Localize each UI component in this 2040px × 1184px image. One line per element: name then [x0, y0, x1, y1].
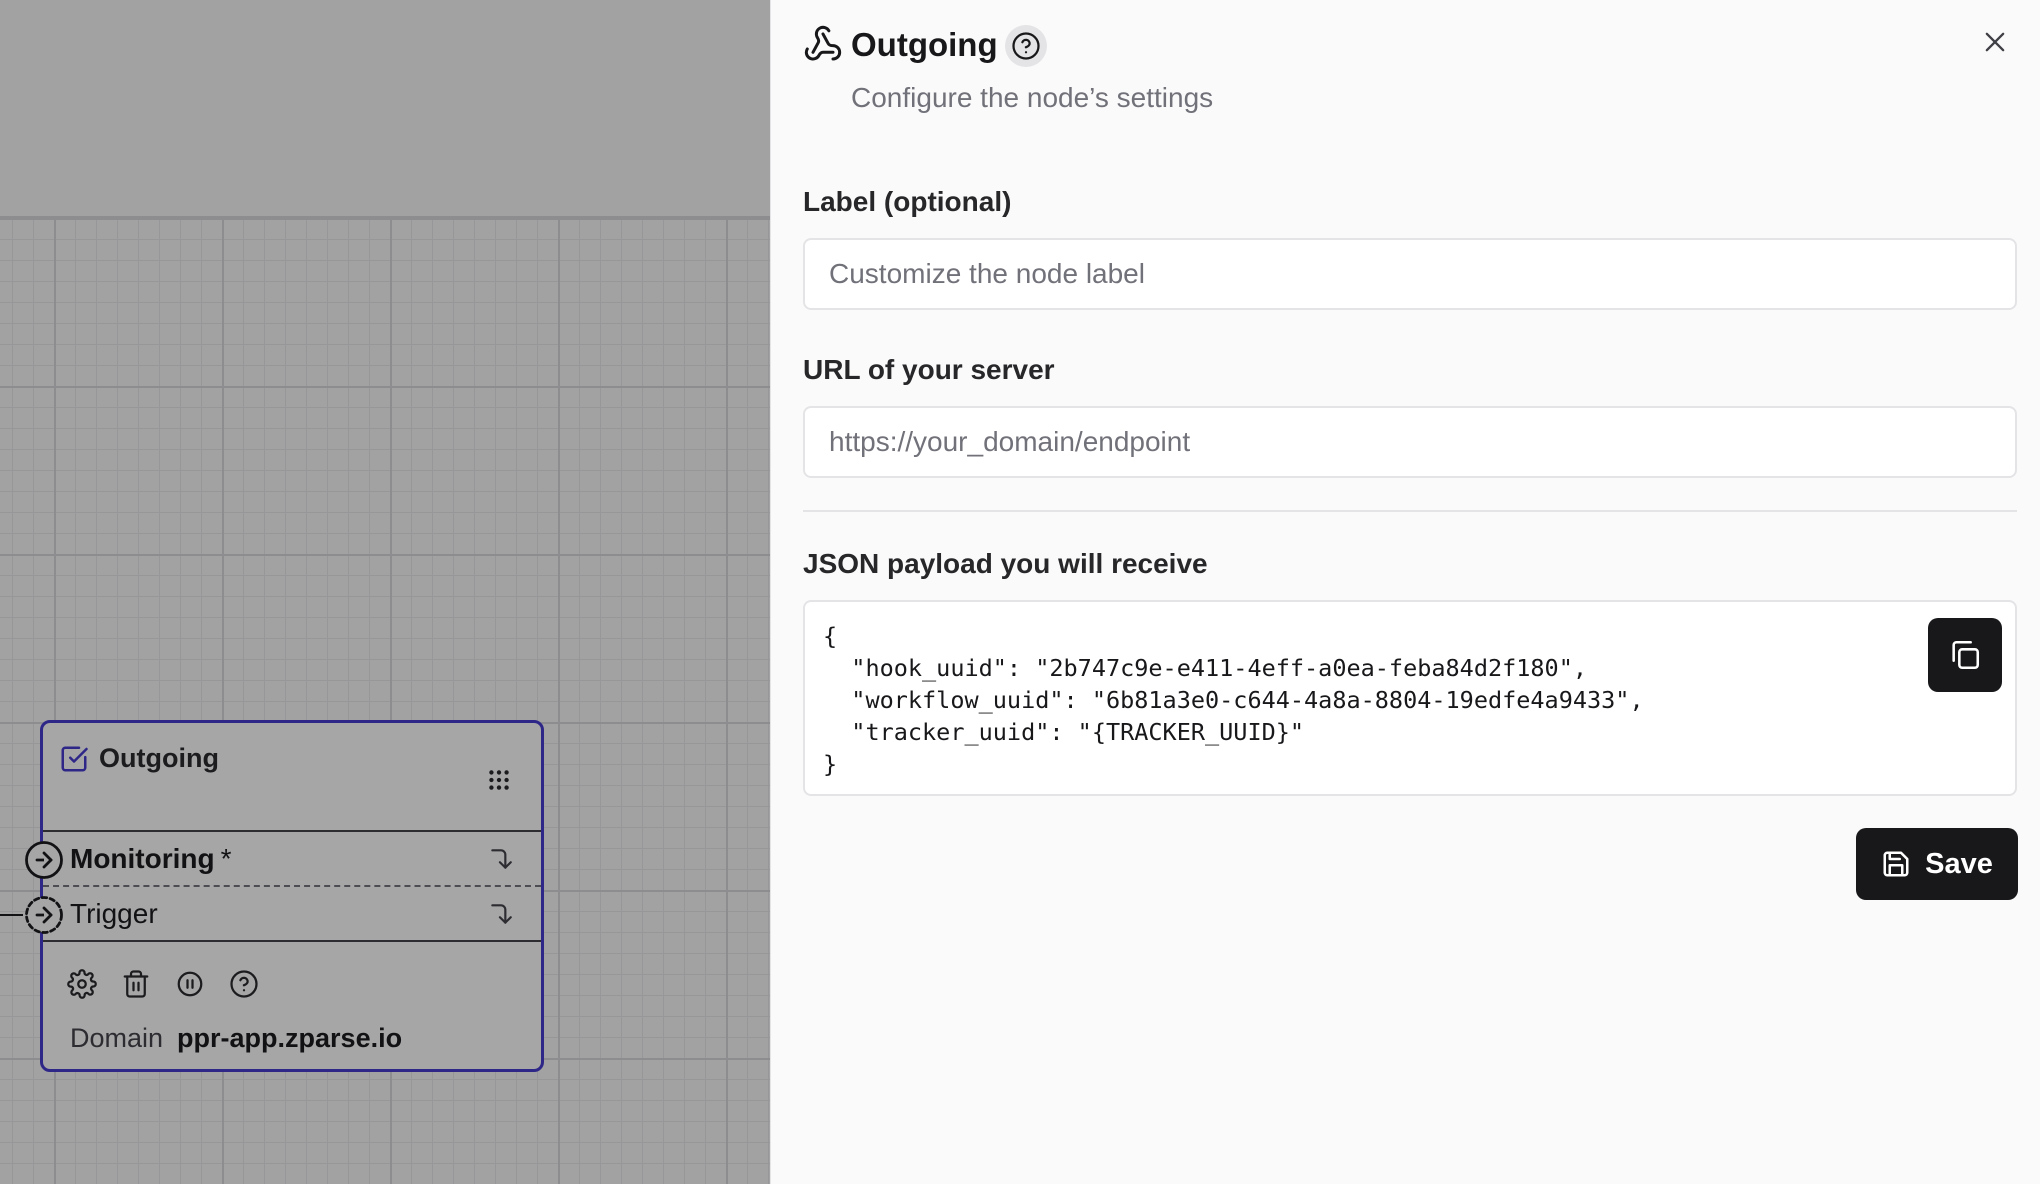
- save-icon: [1883, 851, 1909, 877]
- modal-overlay[interactable]: [0, 0, 770, 1184]
- json-payload-block: { "hook_uuid": "2b747c9e-e411-4eff-a0ea-…: [803, 600, 2017, 796]
- payload-label: JSON payload you will receive: [803, 548, 1208, 579]
- copy-button[interactable]: [1928, 618, 2002, 692]
- help-circle-icon: [1012, 32, 1040, 60]
- divider: [803, 510, 2017, 512]
- save-button-label: Save: [1925, 847, 1993, 880]
- help-button[interactable]: [1005, 25, 1047, 67]
- webhook-icon: [804, 25, 842, 61]
- label-field-label: Label (optional): [803, 186, 1012, 217]
- node-label-input[interactable]: [803, 238, 2017, 310]
- save-button[interactable]: Save: [1856, 828, 2018, 900]
- json-payload-code: { "hook_uuid": "2b747c9e-e411-4eff-a0ea-…: [823, 622, 1644, 778]
- url-field-label: URL of your server: [803, 354, 1055, 385]
- sheet-title: Outgoing: [851, 26, 998, 63]
- copy-icon: [1952, 640, 1980, 670]
- node-settings-sheet: Outgoing Configure the node’s settings L…: [770, 0, 2040, 1184]
- server-url-input[interactable]: [803, 406, 2017, 478]
- sheet-description: Configure the node’s settings: [851, 82, 1214, 113]
- close-icon[interactable]: [1981, 28, 2009, 56]
